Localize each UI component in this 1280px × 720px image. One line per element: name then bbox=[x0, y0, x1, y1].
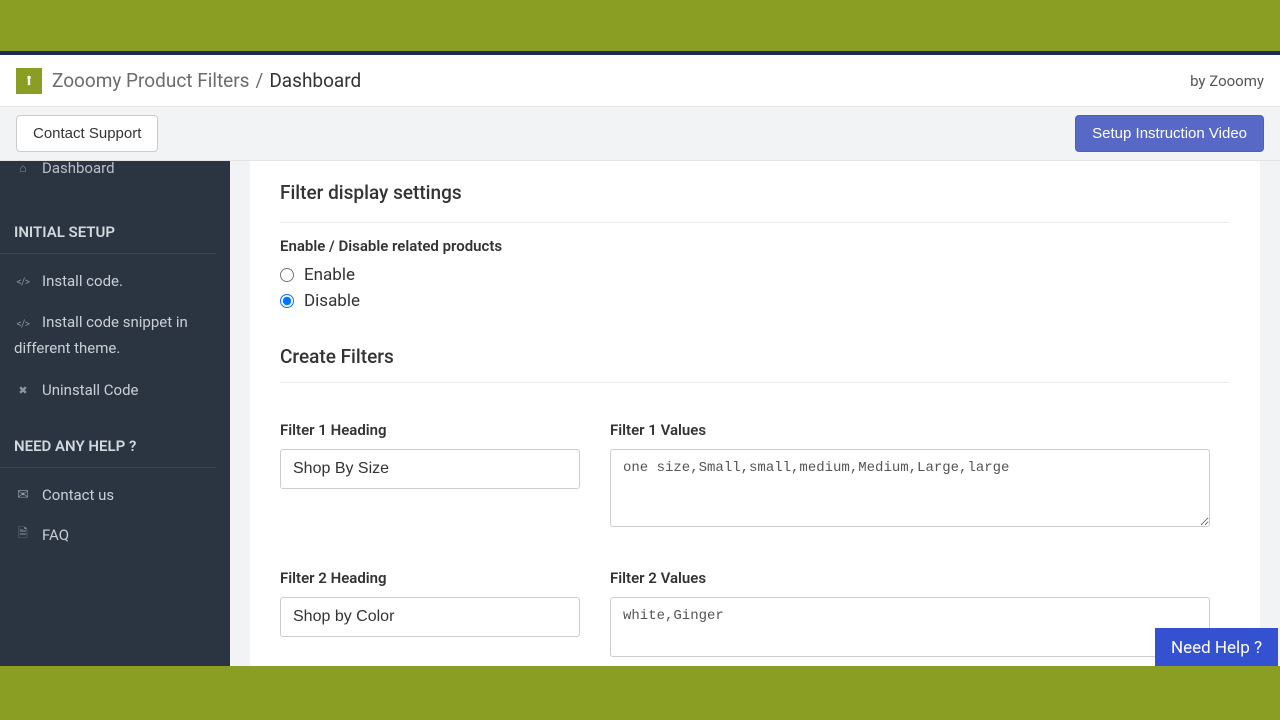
bottom-green-bar bbox=[0, 666, 1280, 720]
create-filters-title: Create Filters bbox=[280, 345, 1230, 368]
sidebar-item-uninstall[interactable]: Uninstall Code bbox=[0, 371, 230, 409]
sidebar-item-dashboard[interactable]: Dashboard bbox=[0, 161, 230, 187]
setup-video-button[interactable]: Setup Instruction Video bbox=[1075, 115, 1264, 152]
divider bbox=[280, 382, 1230, 383]
sidebar-label: Contact us bbox=[42, 486, 114, 504]
by-attribution: by Zooomy bbox=[1190, 72, 1264, 90]
app-header: Zooomy Product Filters / Dashboard by Zo… bbox=[0, 55, 1280, 107]
sidebar-label: FAQ bbox=[42, 526, 69, 544]
enable-disable-label: Enable / Disable related products bbox=[280, 237, 1230, 255]
breadcrumb-separator: / bbox=[255, 69, 263, 92]
action-bar: Contact Support Setup Instruction Video bbox=[0, 107, 1280, 161]
code-icon bbox=[14, 312, 32, 336]
sidebar-section-initial-setup: INITIAL SETUP bbox=[0, 187, 216, 254]
filter-display-title: Filter display settings bbox=[280, 181, 1230, 204]
filter1-values-label: Filter 1 Values bbox=[610, 421, 1210, 439]
settings-card: Filter display settings Enable / Disable… bbox=[250, 161, 1260, 666]
filter2-heading-label: Filter 2 Heading bbox=[280, 569, 580, 587]
code-icon bbox=[14, 273, 32, 289]
radio-disable[interactable]: Disable bbox=[280, 291, 1230, 311]
filter2-heading-input[interactable] bbox=[280, 597, 580, 637]
sidebar-label: Install code. bbox=[42, 272, 123, 290]
filter2-values-label: Filter 2 Values bbox=[610, 569, 1210, 587]
main-content: Filter display settings Enable / Disable… bbox=[230, 161, 1280, 666]
sidebar-label: Install code snippet in different theme. bbox=[14, 313, 188, 357]
radio-disable-label: Disable bbox=[304, 291, 360, 311]
divider bbox=[280, 222, 1230, 223]
sidebar-item-install-snippet[interactable]: Install code snippet in different theme. bbox=[0, 300, 230, 371]
radio-enable[interactable]: Enable bbox=[280, 265, 1230, 285]
sidebar-label: Dashboard bbox=[42, 161, 115, 177]
mail-icon bbox=[14, 487, 32, 503]
filter1-heading-label: Filter 1 Heading bbox=[280, 421, 580, 439]
dashboard-icon bbox=[14, 161, 32, 176]
app-logo-icon bbox=[16, 68, 42, 94]
sidebar-item-faq[interactable]: FAQ bbox=[0, 514, 230, 555]
radio-enable-input[interactable] bbox=[280, 268, 294, 282]
top-green-bar bbox=[0, 0, 1280, 51]
filter1-values-textarea[interactable] bbox=[610, 449, 1210, 527]
filter2-values-textarea[interactable] bbox=[610, 597, 1210, 657]
radio-disable-input[interactable] bbox=[280, 294, 294, 308]
page-icon bbox=[14, 524, 32, 545]
sidebar-section-help: NEED ANY HELP ? bbox=[0, 409, 216, 468]
filter-2-row: Filter 2 Heading Filter 2 Values bbox=[280, 569, 1230, 661]
contact-support-button[interactable]: Contact Support bbox=[16, 115, 158, 152]
radio-enable-label: Enable bbox=[304, 265, 355, 285]
sidebar-item-contact-us[interactable]: Contact us bbox=[0, 476, 230, 514]
sidebar-item-install-code[interactable]: Install code. bbox=[0, 262, 230, 300]
app-title: Zooomy Product Filters bbox=[52, 69, 249, 92]
need-help-button[interactable]: Need Help ? bbox=[1155, 628, 1278, 666]
close-icon bbox=[14, 382, 32, 398]
filter1-heading-input[interactable] bbox=[280, 449, 580, 489]
sidebar-label: Uninstall Code bbox=[42, 381, 139, 399]
filter-1-row: Filter 1 Heading Filter 1 Values bbox=[280, 421, 1230, 531]
sidebar: Dashboard INITIAL SETUP Install code. In… bbox=[0, 161, 230, 666]
breadcrumb-current: Dashboard bbox=[269, 69, 361, 92]
